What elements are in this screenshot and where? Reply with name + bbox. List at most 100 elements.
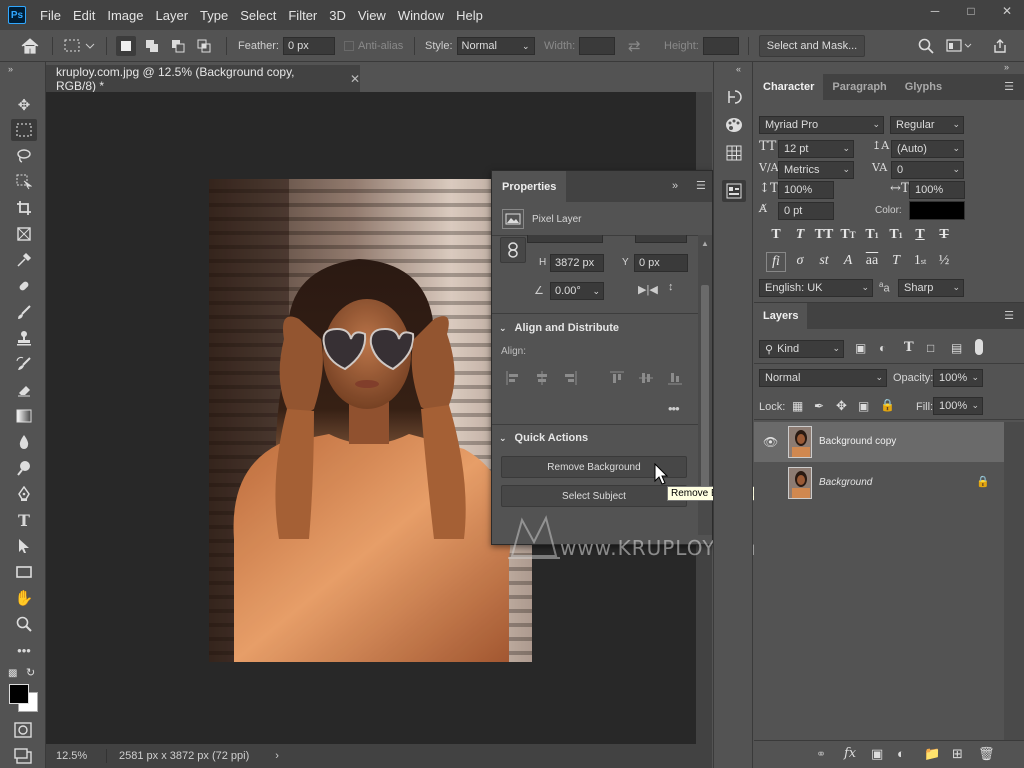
menu-3d[interactable]: 3D (323, 8, 352, 23)
x-field-partial[interactable] (635, 235, 687, 243)
properties-dock-icon[interactable] (722, 180, 746, 202)
filter-toggle-icon[interactable] (975, 339, 983, 355)
menu-window[interactable]: Window (392, 8, 450, 23)
layer-filter-kind-select[interactable]: ⚲ Kind ⌄ (759, 340, 844, 358)
subtract-selection-icon[interactable] (168, 36, 188, 56)
search-icon[interactable] (918, 30, 934, 62)
restore-icon[interactable]: □ (960, 4, 982, 18)
eraser-tool-icon[interactable] (11, 379, 37, 401)
layer-name[interactable]: Background (819, 477, 872, 488)
align-center-h-icon[interactable] (535, 371, 549, 385)
panel-menu-icon[interactable]: ☰ (1004, 309, 1014, 322)
add-mask-icon[interactable]: ▣ (871, 746, 883, 762)
font-size-select[interactable]: 12 pt ⌄ (778, 140, 854, 158)
horizontal-scale-input[interactable]: 100% (909, 181, 965, 199)
history-brush-tool-icon[interactable] (11, 353, 37, 375)
menu-file[interactable]: File (34, 8, 67, 23)
tracking-select[interactable]: 0 ⌄ (891, 161, 964, 179)
swatches-grid-icon[interactable] (722, 142, 746, 164)
opacity-input[interactable]: 100% ⌄ (933, 369, 983, 387)
gradient-tool-icon[interactable] (11, 405, 37, 427)
eyedropper-tool-icon[interactable] (11, 249, 37, 271)
lasso-tool-icon[interactable] (11, 145, 37, 167)
panel-menu-icon[interactable]: ☰ (1004, 80, 1014, 93)
marquee-tool-icon[interactable] (11, 119, 37, 141)
language-select[interactable]: English: UK ⌄ (759, 279, 873, 297)
collapse-panels-icon[interactable]: » (1004, 62, 1009, 72)
crop-tool-icon[interactable] (11, 197, 37, 219)
font-style-select[interactable]: Regular ⌄ (890, 116, 964, 134)
filter-pixel-icon[interactable]: ▣ (855, 341, 866, 355)
delete-layer-icon[interactable]: 🗑 (978, 746, 995, 762)
workspace-icon[interactable] (946, 30, 972, 62)
adjustment-layer-icon[interactable]: ◐ (897, 746, 905, 761)
frame-tool-icon[interactable] (11, 223, 37, 245)
tab-glyphs[interactable]: Glyphs (896, 74, 951, 100)
history-icon[interactable] (722, 86, 746, 108)
fx-icon[interactable]: fx (844, 746, 856, 761)
layers-scrollbar[interactable] (1004, 422, 1024, 740)
lock-position-icon[interactable]: ✥ (836, 398, 847, 414)
faux-bold-icon[interactable]: T (766, 226, 786, 244)
zoom-level[interactable]: 12.5% (46, 750, 106, 762)
kerning-select[interactable]: Metrics ⌄ (778, 161, 854, 179)
color-palette-icon[interactable] (722, 114, 746, 136)
type-tool-icon[interactable]: T (11, 509, 37, 531)
superscript-icon[interactable]: T1 (862, 226, 882, 244)
underline-icon[interactable]: T (910, 226, 930, 244)
font-family-select[interactable]: Myriad Pro ⌄ (759, 116, 884, 134)
close-icon[interactable]: ✕ (996, 4, 1018, 18)
properties-tab[interactable]: Properties (492, 171, 567, 202)
tab-paragraph[interactable]: Paragraph (823, 74, 895, 100)
tab-layers[interactable]: Layers (754, 303, 808, 329)
align-left-icon[interactable] (506, 371, 520, 385)
new-group-icon[interactable]: 📁 (924, 746, 940, 762)
width-input[interactable] (579, 37, 616, 55)
old-style-icon[interactable]: σ (790, 252, 810, 270)
tab-character[interactable]: Character (754, 74, 824, 100)
menu-image[interactable]: Image (101, 8, 149, 23)
status-menu-arrow-icon[interactable]: › (275, 750, 279, 762)
filter-adjustment-icon[interactable]: ◐ (879, 341, 886, 355)
intersect-selection-icon[interactable] (194, 36, 214, 56)
menu-filter[interactable]: Filter (282, 8, 323, 23)
panel-menu-icon[interactable]: ☰ (696, 179, 706, 192)
flip-vertical-icon[interactable]: ↕ (668, 281, 674, 293)
swash-icon[interactable]: st (814, 252, 834, 270)
close-document-icon[interactable]: ✕ (350, 72, 360, 86)
screen-mode-icon[interactable] (14, 748, 32, 767)
blur-tool-icon[interactable] (11, 431, 37, 453)
align-middle-v-icon[interactable] (639, 371, 653, 385)
menu-select[interactable]: Select (234, 8, 282, 23)
style-select[interactable]: Normal ⌄ (456, 37, 535, 55)
ligatures-icon[interactable]: fi (766, 252, 786, 272)
hand-tool-icon[interactable]: ✋ (11, 587, 37, 609)
flip-horizontal-icon[interactable]: ▶|◀ (638, 283, 658, 296)
filter-type-icon[interactable]: T (904, 340, 914, 355)
quick-actions-header[interactable]: ⌄ Quick Actions (499, 432, 588, 444)
lock-image-icon[interactable]: ✒ (814, 399, 824, 413)
more-options-icon[interactable]: ••• (668, 401, 680, 416)
text-color-swatch[interactable] (909, 201, 965, 220)
link-layers-icon[interactable]: ⚭ (816, 747, 826, 761)
link-icon[interactable] (500, 237, 526, 263)
document-tab[interactable]: kruploy.com.jpg @ 12.5% (Background copy… (46, 65, 360, 93)
new-layer-icon[interactable]: ⊞ (952, 746, 963, 762)
fractions-icon[interactable]: ½ (934, 252, 954, 270)
swap-colors-icon[interactable]: ↻ (26, 666, 35, 679)
height-input[interactable] (702, 37, 739, 55)
leading-select[interactable]: (Auto) ⌄ (891, 140, 964, 158)
marquee-preset-icon[interactable] (64, 30, 96, 62)
healing-brush-tool-icon[interactable] (11, 275, 37, 297)
strikethrough-icon[interactable]: T (934, 226, 954, 244)
angle-field[interactable]: 0.00° ⌄ (550, 282, 604, 300)
share-icon[interactable] (992, 30, 1008, 62)
select-subject-button[interactable]: Select Subject (501, 485, 687, 507)
brush-tool-icon[interactable] (11, 301, 37, 323)
menu-type[interactable]: Type (194, 8, 234, 23)
visibility-toggle-empty[interactable] (763, 476, 773, 486)
titling-alternates-icon[interactable]: aa (862, 252, 882, 270)
swap-icon[interactable]: ⇄ (628, 30, 641, 62)
width-field-partial[interactable] (527, 235, 603, 243)
collapse-toolbar-icon[interactable]: » (8, 64, 13, 74)
